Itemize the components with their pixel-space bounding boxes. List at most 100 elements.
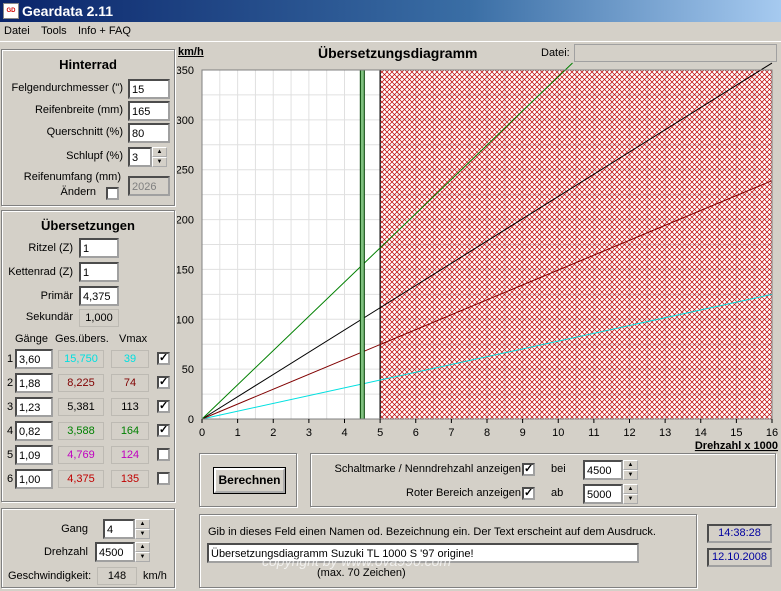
col-gaenge: Gänge — [15, 333, 49, 345]
gang-spinner[interactable]: ▲ ▼ — [135, 519, 150, 539]
querschnitt-label: Querschnitt (%) — [46, 126, 123, 138]
gear-ratio-input[interactable]: 1,88 — [15, 373, 53, 393]
gear-vmax: 74 — [111, 374, 149, 392]
col-gesuebers: Ges.übers. — [55, 333, 109, 345]
menu-tools[interactable]: Tools — [41, 25, 67, 37]
ab-spinner[interactable]: ▲ ▼ — [623, 484, 638, 504]
gear-total-ratio: 4,375 — [58, 470, 104, 488]
spin-down-icon[interactable]: ▼ — [152, 157, 167, 167]
schlupf-input[interactable]: 3 — [128, 147, 152, 167]
felgen-input[interactable]: 15 — [128, 79, 170, 99]
schaltmarke-checkbox[interactable]: ✓ — [522, 463, 535, 476]
gear-visible-checkbox[interactable] — [157, 472, 170, 485]
gear-visible-checkbox[interactable]: ✓ — [157, 424, 170, 437]
gear-number: 6 — [7, 473, 14, 485]
reifenbreite-label: Reifenbreite (mm) — [34, 104, 123, 116]
spin-up-icon[interactable]: ▲ — [152, 147, 167, 157]
querschnitt-input[interactable]: 80 — [128, 123, 170, 143]
gear-ratio-input[interactable]: 1,09 — [15, 445, 53, 465]
y-tick-label: 250 — [177, 165, 194, 177]
kettenrad-input[interactable]: 1 — [79, 262, 119, 282]
y-tick-label: 150 — [177, 264, 194, 276]
gear-number: 3 — [7, 401, 14, 413]
gear-vmax: 39 — [111, 350, 149, 368]
chart-title: Übersetzungsdiagramm — [318, 45, 478, 61]
spin-down-icon[interactable]: ▼ — [623, 470, 638, 480]
y-tick-label: 100 — [177, 314, 194, 326]
window-title: Geardata 2.11 — [0, 0, 781, 22]
gear-vmax: 124 — [111, 446, 149, 464]
aendern-label: Ändern — [60, 186, 96, 198]
red-zone — [380, 70, 772, 419]
sekundaer-label: Sekundär — [25, 311, 73, 323]
gear-visible-checkbox[interactable]: ✓ — [157, 376, 170, 389]
x-tick-label: 16 — [766, 427, 778, 439]
menu-info-faq[interactable]: Info + FAQ — [78, 25, 131, 37]
time-display: 14:38:28 — [707, 524, 772, 543]
primaer-input[interactable]: 4,375 — [79, 286, 119, 306]
reifenumfang-label: Reifenumfang (mm) — [23, 171, 121, 183]
gear-visible-checkbox[interactable] — [157, 448, 170, 461]
y-tick-label: 300 — [177, 115, 194, 127]
x-tick-label: 0 — [199, 427, 205, 439]
geardata-app-icon: GD — [3, 3, 19, 19]
y-tick-label: 350 — [177, 65, 194, 77]
gear-number: 1 — [7, 353, 14, 365]
gear-total-ratio: 15,750 — [58, 350, 104, 368]
gear-vmax: 113 — [111, 398, 149, 416]
options-panel: Schaltmarke / Nenndrehzahl anzeigen ✓ be… — [310, 453, 776, 507]
hinterrad-title: Hinterrad — [59, 57, 117, 72]
drehzahl-spinner[interactable]: ▲ ▼ — [135, 542, 150, 562]
gear-number: 5 — [7, 449, 14, 461]
gear-vmax: 135 — [111, 470, 149, 488]
uebersetzungen-panel: Übersetzungen Ritzel (Z) 1 Kettenrad (Z)… — [1, 210, 175, 502]
x-tick-label: 13 — [659, 427, 671, 439]
spin-up-icon[interactable]: ▲ — [135, 542, 150, 552]
spin-up-icon[interactable]: ▲ — [135, 519, 150, 529]
berechnen-button[interactable]: Berechnen — [213, 467, 286, 494]
bei-input[interactable]: 4500 — [583, 460, 623, 480]
x-tick-label: 3 — [306, 427, 312, 439]
gang-input[interactable]: 4 — [103, 519, 135, 539]
kettenrad-label: Kettenrad (Z) — [8, 266, 73, 278]
x-tick-label: 11 — [588, 427, 599, 439]
x-tick-label: 14 — [695, 427, 707, 439]
gear-ratio-input[interactable]: 0,82 — [15, 421, 53, 441]
drehzahl-input[interactable]: 4500 — [95, 542, 135, 562]
shift-marker — [359, 69, 365, 420]
gear-total-ratio: 4,769 — [58, 446, 104, 464]
hint-text: Gib in dieses Feld einen Namen od. Bezei… — [208, 526, 656, 538]
gear-total-ratio: 8,225 — [58, 374, 104, 392]
gear-visible-checkbox[interactable]: ✓ — [157, 352, 170, 365]
spin-down-icon[interactable]: ▼ — [623, 494, 638, 504]
aendern-checkbox[interactable] — [106, 187, 119, 200]
ab-input[interactable]: 5000 — [583, 484, 623, 504]
x-tick-label: 7 — [448, 427, 454, 439]
spin-up-icon[interactable]: ▲ — [623, 484, 638, 494]
spin-down-icon[interactable]: ▼ — [135, 552, 150, 562]
x-tick-label: 8 — [484, 427, 490, 439]
col-vmax: Vmax — [119, 333, 148, 345]
felgen-label: Felgendurchmesser (") — [11, 82, 124, 94]
gear-total-ratio: 3,588 — [58, 422, 104, 440]
x-tick-label: 10 — [552, 427, 564, 439]
gear-vmax: 164 — [111, 422, 149, 440]
spin-up-icon[interactable]: ▲ — [623, 460, 638, 470]
reifenbreite-input[interactable]: 165 — [128, 101, 170, 121]
menu-datei[interactable]: Datei — [4, 25, 30, 37]
gear-visible-checkbox[interactable]: ✓ — [157, 400, 170, 413]
roter-bereich-checkbox[interactable]: ✓ — [522, 487, 535, 500]
menu-bar: Datei Tools Info + FAQ — [0, 22, 781, 42]
gear-ratio-input[interactable]: 3,60 — [15, 349, 53, 369]
gang-label: Gang — [61, 523, 88, 535]
ritzel-input[interactable]: 1 — [79, 238, 119, 258]
ab-label: ab — [551, 487, 564, 499]
uebersetzungen-title: Übersetzungen — [41, 218, 135, 233]
bei-spinner[interactable]: ▲ ▼ — [623, 460, 638, 480]
gear-ratio-input[interactable]: 1,00 — [15, 469, 53, 489]
datei-value — [574, 44, 777, 62]
schlupf-spinner[interactable]: ▲ ▼ — [152, 147, 167, 167]
spin-down-icon[interactable]: ▼ — [135, 529, 150, 539]
gang-panel: Gang 4 ▲ ▼ Drehzahl 4500 ▲ ▼ Geschwindigke… — [1, 508, 175, 588]
gear-ratio-input[interactable]: 1,23 — [15, 397, 53, 417]
